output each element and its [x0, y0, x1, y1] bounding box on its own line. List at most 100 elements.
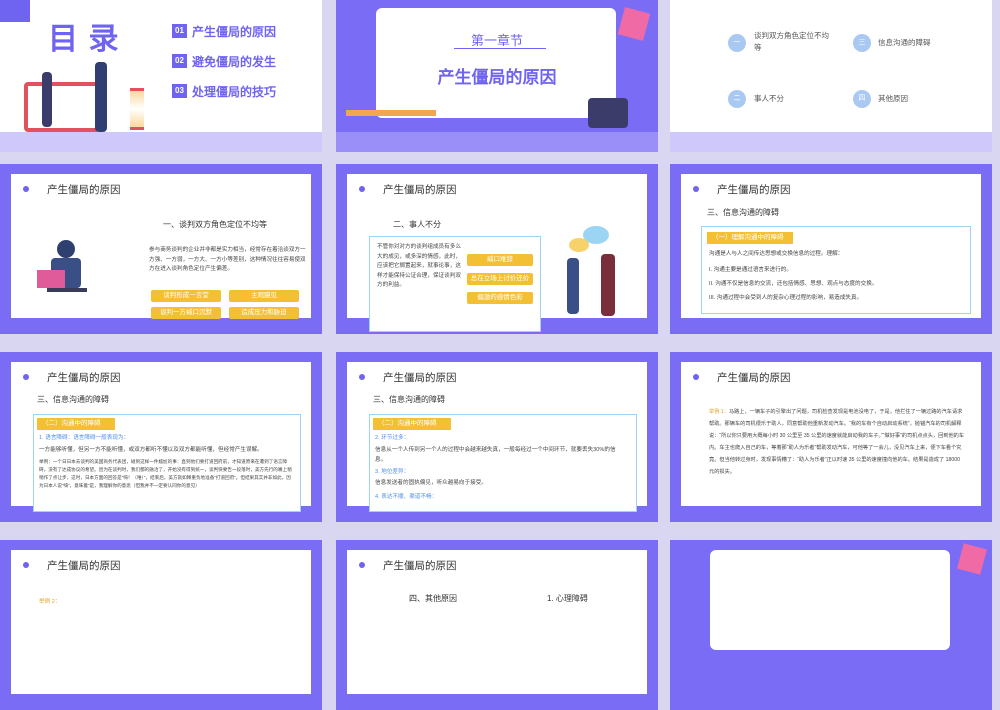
section-title: 三、信息沟通的障碍	[37, 395, 109, 404]
tag-4: 造成压力和胁迫	[229, 307, 299, 319]
chapter-heading: 产生僵局的原因	[437, 68, 557, 87]
item-number-1: 一	[728, 34, 746, 52]
slide-9[interactable]: 产生僵局的原因 举例 1：马路上，一辆车子的引擎出了问题，司机检查发现是电池没电…	[670, 352, 992, 522]
slide-title: 产生僵局的原因	[383, 372, 457, 384]
section-tag: （一）理解沟通中的障碍	[707, 232, 793, 244]
person-icon	[42, 72, 52, 127]
bullet-icon	[359, 186, 365, 192]
slide-5[interactable]: 产生僵局的原因 二、事人不分 不管你对对方的谈判组成员有多么大的成见，或多深的情…	[336, 164, 658, 334]
section-title: 三、信息沟通的障碍	[373, 395, 445, 404]
example-text: 举例 1：马路上，一辆车子的引擎出了问题，司机检查发现是电池没电了，于是，他拦住…	[709, 406, 965, 478]
meeting-illustration	[588, 98, 628, 128]
bullet-icon	[693, 186, 699, 192]
bullet-icon	[359, 374, 365, 380]
point-heading: 3. 地位差异：	[375, 469, 410, 475]
slide-8[interactable]: 产生僵局的原因 三、信息沟通的障碍 （二）沟通中的障碍 2. 环节过多： 信息从…	[336, 352, 658, 522]
body-text: 不管你对对方的谈判组成员有多么大的成见，或多深的情感，此时，应该把它搁置起来，就…	[377, 244, 461, 288]
slide-card: 产生僵局的原因 三、信息沟通的障碍 （二）沟通中的障碍 1. 语言障碍：语言障碍…	[11, 362, 311, 512]
body-text: 信息发送者的固执偏见，听众越易向于接受。	[375, 480, 487, 486]
slide-header: 产生僵局的原因	[11, 174, 311, 196]
point-heading: 1. 语言障碍：语言障碍一般表现为：	[39, 435, 130, 441]
slide-card: 产生僵局的原因 四、其他原因 1. 心理障碍	[347, 550, 647, 694]
body-text: 信息从一个人传到另一个人的过程中会越来越失真，一般每经过一个中间环节，就要丢失3…	[375, 447, 616, 463]
person-icon	[567, 258, 579, 314]
slide-title: 产生僵局的原因	[383, 184, 457, 196]
tag-2: 主观臆见	[229, 290, 299, 302]
slide-card: 产生僵局的原因 二、事人不分 不管你对对方的谈判组成员有多么大的成见，或多深的情…	[347, 174, 647, 332]
desk-illustration	[346, 110, 436, 116]
slide-1-toc[interactable]: 目 录 01 产生僵局的原因 02 避免僵局的发生 03 处理僵局的技巧	[0, 0, 322, 152]
slide-header: 产生僵局的原因	[11, 362, 311, 384]
hourglass-icon	[130, 88, 144, 130]
slide-title: 产生僵局的原因	[717, 372, 791, 384]
toc-number-1: 01	[172, 24, 187, 38]
section-title: 一、谈判双方角色定位不均等	[163, 220, 267, 229]
slide-card: 产生僵局的原因 举例 1：马路上，一辆车子的引擎出了问题，司机检查发现是电池没电…	[681, 362, 981, 506]
slide-10[interactable]: 产生僵局的原因 举例 2：	[0, 540, 322, 710]
slide-title: 产生僵局的原因	[47, 560, 121, 572]
bullet-icon	[693, 374, 699, 380]
slide-11[interactable]: 产生僵局的原因 四、其他原因 1. 心理障碍	[336, 540, 658, 710]
slide-card: 产生僵局的原因 举例 2：	[11, 550, 311, 694]
slide-header: 产生僵局的原因	[347, 174, 647, 196]
section-title: 四、其他原因	[409, 594, 457, 603]
overview-item-3[interactable]: 信息沟通的障碍	[878, 37, 931, 49]
slide-header: 产生僵局的原因	[347, 362, 647, 384]
speech-bubble-icon	[569, 238, 589, 252]
overview-item-4[interactable]: 其他原因	[878, 93, 908, 105]
chapter-underline	[454, 48, 546, 49]
slide-title: 产生僵局的原因	[717, 184, 791, 196]
toc-title: 目 录	[48, 22, 119, 57]
bullet-icon	[359, 562, 365, 568]
slide-3-overview[interactable]: 一 谈判双方角色定位不均等 三 信息沟通的障碍 二 事人不分 四 其他原因	[670, 0, 992, 152]
bullet-icon	[23, 374, 29, 380]
section-tag: （二）沟通中的障碍	[373, 418, 451, 430]
slide-header: 产生僵局的原因	[681, 362, 981, 384]
toc-number-3: 03	[172, 84, 187, 98]
body-text: 一方能够听懂，但另一方不能听懂，或双方都听不懂以及双方都能听懂，但经常产生误解。	[39, 447, 263, 453]
section-title: 二、事人不分	[393, 220, 441, 229]
overview-item-1[interactable]: 谈判双方角色定位不均等	[754, 30, 829, 54]
bottom-band	[670, 132, 992, 152]
person-icon	[95, 62, 107, 132]
person-icon	[601, 254, 615, 316]
list-item: I. 沟通主要是通过语言来进行的。	[709, 267, 792, 273]
bullet-icon	[23, 186, 29, 192]
item-number-2: 二	[728, 90, 746, 108]
slide-2-chapter[interactable]: 第一章节 产生僵局的原因	[336, 0, 658, 152]
subsection-title: 1. 心理障碍	[547, 594, 588, 603]
tag-3: 偏激的感情色彩	[467, 292, 533, 304]
example-label: 举例 1：	[709, 409, 729, 415]
tag-1: 缄口难辞	[467, 254, 533, 266]
intro-text: 沟通是人与人之间传达思想或交换信息的过程。理解：	[709, 251, 844, 257]
slide-card: 产生僵局的原因 三、信息沟通的障碍 （二）沟通中的障碍 2. 环节过多： 信息从…	[347, 362, 647, 512]
toc-item-3[interactable]: 处理僵局的技巧	[192, 83, 276, 100]
person-laptop-illustration	[37, 240, 97, 310]
slide-header: 产生僵局的原因	[681, 174, 981, 196]
slide-card: 产生僵局的原因 一、谈判双方角色定位不均等 参与商务谈判的企业并非都是实力相当，…	[11, 174, 311, 319]
slide-7[interactable]: 产生僵局的原因 三、信息沟通的障碍 （二）沟通中的障碍 1. 语言障碍：语言障碍…	[0, 352, 322, 522]
overview-item-2[interactable]: 事人不分	[754, 93, 784, 105]
slide-title: 产生僵局的原因	[47, 372, 121, 384]
section-title: 三、信息沟通的障碍	[707, 208, 779, 217]
example-label: 举例 2：	[39, 599, 61, 605]
example-body: 马路上，一辆车子的引擎出了问题，司机检查发现是电池没电了，于是，他拦住了一辆过路…	[709, 409, 965, 475]
tag-3: 谈判一方缄口沉默	[151, 307, 221, 319]
point-heading: 2. 环节过多：	[375, 435, 410, 441]
slide-12[interactable]	[670, 540, 992, 710]
toc-item-2[interactable]: 避免僵局的发生	[192, 53, 276, 70]
slide-4[interactable]: 产生僵局的原因 一、谈判双方角色定位不均等 参与商务谈判的企业并非都是实力相当，…	[0, 164, 322, 334]
slide-title: 产生僵局的原因	[383, 560, 457, 572]
toc-item-1[interactable]: 产生僵局的原因	[192, 23, 276, 40]
item-number-3: 三	[853, 34, 871, 52]
list-item: II. 沟通不仅是信息的交流，还包括情感、思想、观点与态度的交换。	[709, 281, 878, 287]
slide-title: 产生僵局的原因	[47, 184, 121, 196]
list-item: III. 沟通过程中会受到人的复杂心理过程的影响，易造成失真。	[709, 295, 863, 301]
slide-6[interactable]: 产生僵局的原因 三、信息沟通的障碍 （一）理解沟通中的障碍 沟通是人与人之间传达…	[670, 164, 992, 334]
point-heading: 4. 表达不顺、渠道不畅：	[375, 494, 438, 500]
toc-number-2: 02	[172, 54, 187, 68]
tag-1: 谈判形成一言堂	[151, 290, 221, 302]
slide-card: 产生僵局的原因 三、信息沟通的障碍 （一）理解沟通中的障碍 沟通是人与人之间传达…	[681, 174, 981, 318]
ending-card	[710, 550, 950, 650]
section-tag: （二）沟通中的障碍	[37, 418, 115, 430]
